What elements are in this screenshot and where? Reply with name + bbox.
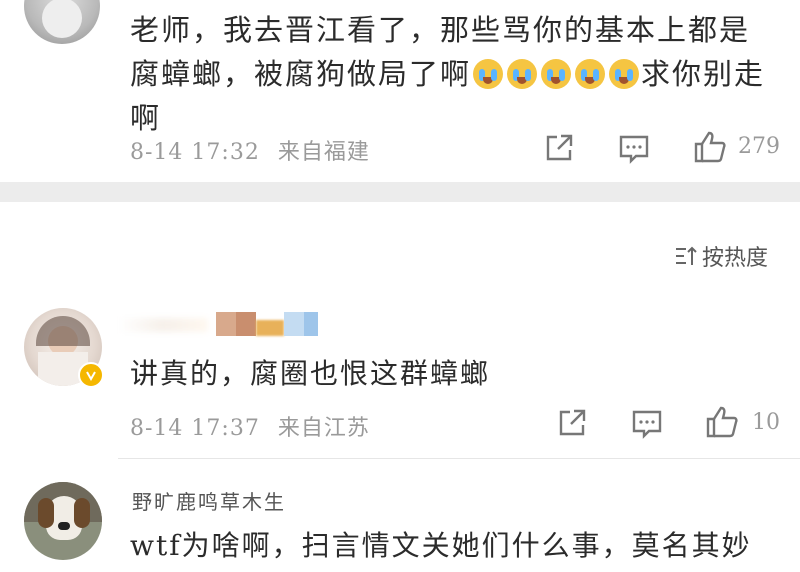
like-icon[interactable] — [705, 405, 739, 439]
post-location: 来自福建 — [277, 140, 370, 165]
section-divider — [0, 182, 800, 202]
crying-face-emoji — [609, 59, 640, 89]
post-content: 老师，我去晋江看了，那些骂你的基本上都是腐蟑螂，被腐狗做局了啊 求你别走啊 — [130, 8, 780, 140]
commenter-username-blurred[interactable] — [118, 312, 318, 338]
comment-divider — [118, 458, 800, 459]
comment-icon[interactable] — [618, 133, 650, 165]
crying-face-emoji — [575, 59, 606, 89]
like-count: 10 — [752, 410, 780, 435]
share-icon[interactable] — [556, 407, 588, 439]
comment-location: 来自江苏 — [277, 416, 370, 441]
share-icon[interactable] — [543, 132, 575, 164]
commenter-avatar[interactable] — [24, 482, 102, 560]
comment-meta: 8-14 17:37 来自江苏 — [130, 410, 370, 442]
like-icon[interactable] — [693, 130, 727, 164]
post-meta: 8-14 17:32 来自福建 — [130, 134, 370, 166]
sort-label: 按热度 — [701, 246, 768, 271]
crying-face-emoji — [507, 59, 538, 89]
crying-face-emoji — [473, 59, 504, 89]
comment-text: wtf为啥啊，扫言情文关她们什么事，莫名其妙 — [130, 529, 752, 562]
sort-by-hot-button[interactable]: 按热度 — [674, 240, 768, 272]
verified-badge — [78, 362, 104, 388]
commenter-username[interactable]: 野旷鹿鸣草木生 — [132, 486, 286, 515]
comment-text: 讲真的，腐圈也恨这群蟑螂 — [130, 357, 491, 390]
like-count: 279 — [738, 134, 780, 159]
comment-date: 8-14 17:37 — [130, 416, 260, 441]
crying-face-emoji — [541, 59, 572, 89]
sort-icon — [675, 246, 697, 265]
post-author-avatar[interactable] — [24, 0, 100, 44]
post-date: 8-14 17:32 — [130, 140, 260, 165]
comment-icon[interactable] — [631, 408, 663, 440]
